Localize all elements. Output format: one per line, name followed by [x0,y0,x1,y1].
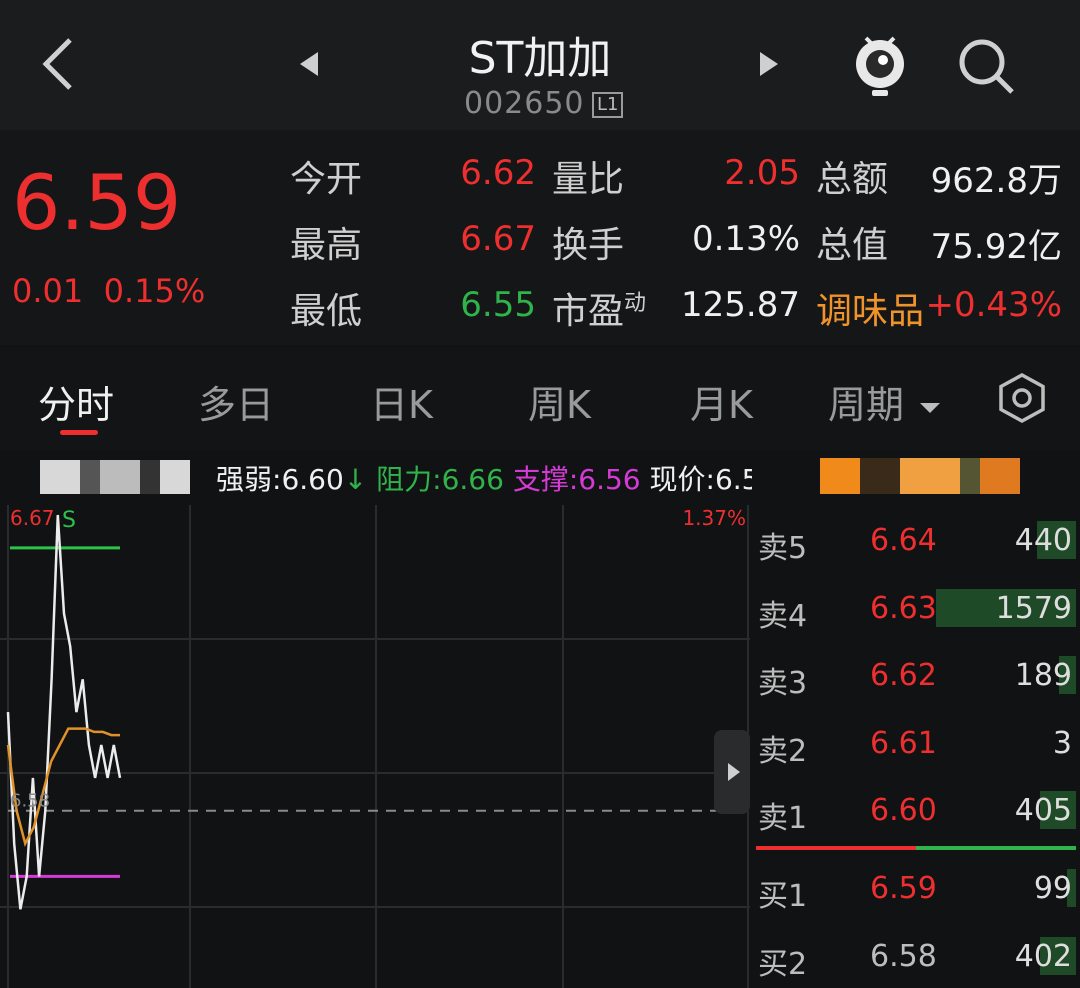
bid-ask-ratio-bar [756,846,1076,850]
bid-row-1[interactable]: 买2 6.58 402 [752,925,1080,985]
bid-row-0[interactable]: 买1 6.59 99 [752,857,1080,917]
ask-price: 6.64 [870,523,937,558]
indicator-values: 强弱:6.60↓ 阻力:6.66 支撑:6.56 现价:6.5 [216,458,752,498]
ask-row-2[interactable]: 卖3 6.62 189 [752,644,1080,704]
resist-value: 6.66 [441,463,504,496]
turnover-value: 0.13% [691,219,800,259]
pe-label: 市盈动 [552,282,646,334]
tab-multi-day[interactable]: 多日 [198,374,274,429]
tab-weekly-k[interactable]: 周K [528,374,591,429]
ask-row-3[interactable]: 卖2 6.61 3 [752,712,1080,772]
ask-level-label: 卖1 [758,801,808,836]
tab-daily-k[interactable]: 日K [370,374,433,429]
bid-price: 6.58 [870,938,937,974]
tab-monthly-k[interactable]: 月K [690,374,753,429]
ask-price: 6.62 [870,658,937,693]
sector-name[interactable]: 调味品 [816,282,924,334]
strength-value: 6.60 [281,463,344,496]
stock-title: ST加加 [468,33,612,84]
high-value: 6.67 [460,219,536,259]
ask-level-label: 卖5 [758,531,808,566]
order-book: 卖5 6.64 440 卖4 6.63 1579 卖3 6.62 189 卖2 6.61 3 卖1 6.6… [752,505,1080,988]
ask-volume: 405 [1014,793,1072,828]
bid-price: 6.59 [870,871,937,906]
next-stock-icon[interactable] [760,52,778,76]
sector-change: +0.43% [925,285,1063,325]
open-value: 6.62 [460,153,536,193]
pe-label-text: 市盈 [552,291,625,332]
high-label: 最高 [290,225,363,266]
change-percent: 0.15% [103,272,206,310]
ask-row-1[interactable]: 卖4 6.63 1579 [752,577,1080,637]
chart-top-right-label: 1.37% [682,506,746,530]
ask-price: 6.61 [870,725,937,761]
amount-label: 总额 [816,159,889,200]
vol-ratio-label: 量比 [552,159,625,200]
ask-volume: 3 [1052,725,1072,761]
down-arrow-icon: ↓ [343,463,368,496]
ask-price: 6.60 [870,793,937,828]
bid-level-label: 买1 [758,879,808,914]
blurred-region-2 [820,458,1020,494]
ask-level-label: 卖4 [758,598,808,634]
amount-value: 962.8万 [930,161,1062,201]
ask-row-0[interactable]: 卖5 6.64 440 [752,509,1080,569]
now-value: 6.5 [714,463,752,496]
blurred-region [40,460,190,494]
open-label: 今开 [290,159,363,200]
active-tab-indicator [60,430,98,435]
ask-level-label: 卖2 [758,733,808,769]
settings-hexagon-icon[interactable] [996,372,1048,424]
strength-label: 强弱: [216,463,282,496]
low-label: 最低 [290,291,363,332]
change-value: 0.01 [12,272,84,310]
last-price: 6.59 [12,158,182,247]
ask-row-4[interactable]: 卖1 6.60 405 [752,779,1080,839]
bid-level-label: 买2 [758,946,808,982]
support-label: 支撑: [512,463,579,496]
chart-marker-s: S [62,508,76,533]
bid-volume: 402 [1014,938,1072,974]
chart-top-left-label: 6.67 [10,506,55,530]
stock-code: 002650 [464,86,585,121]
mascot-icon[interactable] [850,30,910,100]
level-badge: L1 [592,92,624,118]
ask-volume: 189 [1014,658,1072,693]
price-series-1 [6,727,120,848]
search-icon[interactable] [956,36,1016,96]
price-change: 0.01 0.15% [12,272,205,310]
mktcap-value: 75.92亿 [930,227,1062,267]
now-label: 现价: [649,463,715,496]
low-value: 6.55 [460,285,536,325]
ask-price: 6.63 [870,590,937,626]
support-value: 6.56 [578,463,641,496]
price-series-0 [6,514,122,910]
resist-label: 阻力: [376,463,442,496]
tab-intraday[interactable]: 分时 [38,374,114,429]
dropdown-caret-icon [920,402,941,413]
indicator-strip: 强弱:6.60↓ 阻力:6.66 支撑:6.56 现价:6.5 [0,452,1080,502]
chart-base-label: 6.58 [10,791,50,812]
ask-level-label: 卖3 [758,666,808,701]
bid-volume: 99 [1033,871,1072,906]
ask-volume: 1579 [995,590,1072,626]
tab-period[interactable]: 周期 [828,374,941,429]
tab-period-label: 周期 [828,383,905,427]
mktcap-label: 总值 [816,225,889,266]
ask-volume: 440 [1014,523,1072,558]
vol-ratio-value: 2.05 [724,153,800,193]
turnover-label: 换手 [552,225,625,266]
pe-value: 125.87 [681,285,800,325]
pe-label-sup: 动 [624,291,647,316]
intraday-chart[interactable]: 6.67 S 1.37% 6.58 [0,505,750,988]
